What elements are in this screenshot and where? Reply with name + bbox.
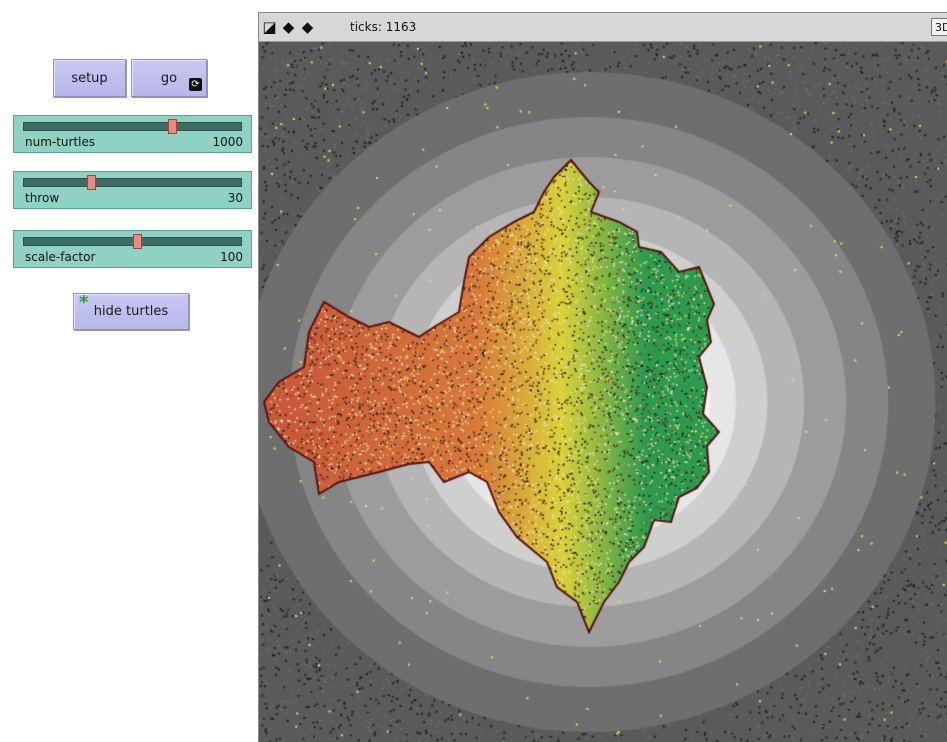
turtle-context-marker: * xyxy=(79,292,89,313)
slider-track[interactable] xyxy=(23,234,242,249)
fractal-world-canvas[interactable] xyxy=(259,42,947,742)
slider-thumb[interactable] xyxy=(167,119,177,134)
view-toolbar: ◪ ◆ ◆ ticks: 1163 xyxy=(259,13,947,42)
forever-icon: ⟳ xyxy=(189,78,202,91)
slider-thumb[interactable] xyxy=(132,234,142,249)
go-button-label: go xyxy=(160,70,178,86)
go-button[interactable]: go ⟳ xyxy=(131,59,207,97)
ticks-counter: ticks: 1163 xyxy=(350,20,417,34)
slider-num-turtles[interactable]: num-turtles 1000 xyxy=(13,115,252,153)
slider-label: num-turtles xyxy=(25,135,96,149)
slider-value: 100 xyxy=(220,250,243,264)
setup-button[interactable]: setup xyxy=(53,59,126,97)
slider-thumb[interactable] xyxy=(87,175,97,190)
world-view: ◪ ◆ ◆ ticks: 1163 3D xyxy=(258,12,947,742)
hide-turtles-button[interactable]: * hide turtles xyxy=(73,292,189,330)
slider-label: scale-factor xyxy=(25,250,96,264)
slider-track[interactable] xyxy=(23,119,242,134)
3d-view-button[interactable]: 3D xyxy=(931,18,947,36)
setup-button-label: setup xyxy=(71,70,108,86)
slider-throw[interactable]: throw 30 xyxy=(13,171,252,209)
resize-horizontal-icon[interactable]: ◆ xyxy=(280,18,297,36)
slider-scale-factor[interactable]: scale-factor 100 xyxy=(13,230,252,268)
slider-label: throw xyxy=(25,191,60,205)
slider-value: 1000 xyxy=(212,135,243,149)
slider-track[interactable] xyxy=(23,175,242,190)
zoom-icon[interactable]: ◪ xyxy=(261,18,278,36)
slider-value: 30 xyxy=(227,191,243,205)
hide-turtles-label: hide turtles xyxy=(93,304,169,319)
resize-vertical-icon[interactable]: ◆ xyxy=(299,18,316,36)
